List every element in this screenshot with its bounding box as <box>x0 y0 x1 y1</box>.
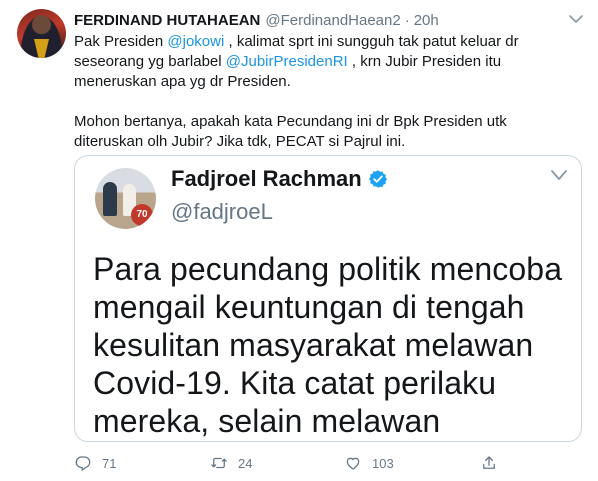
reply-count: 71 <box>102 455 117 471</box>
quoted-tweet-text: Para pecundang politik mencoba mengail k… <box>93 251 563 439</box>
tweet-text: Pak Presiden @jokowi , kalimat sprt ini … <box>74 32 574 172</box>
tweet-paragraph-1: Pak Presiden @jokowi , kalimat sprt ini … <box>74 32 574 92</box>
retweet-icon <box>211 457 227 469</box>
tweet-paragraph-2: Mohon bertanya, apakah kata Pecundang in… <box>74 113 507 150</box>
anniversary-logo: 70 <box>131 204 153 226</box>
author-name[interactable]: FERDINAND HUTAHAEAN <box>74 12 260 29</box>
quoted-author-handle[interactable]: @fadjroeL <box>171 199 273 225</box>
mention-link-jubir[interactable]: @JubirPresidenRI <box>226 53 348 70</box>
share-button[interactable] <box>480 452 508 474</box>
retweet-count: 24 <box>238 455 253 471</box>
tweet-card[interactable]: FERDINAND HUTAHAEAN @FerdinandHaean2 · 2… <box>0 0 598 481</box>
tweet-timestamp[interactable]: 20h <box>414 12 439 29</box>
author-avatar[interactable] <box>17 9 66 58</box>
tweet-header: FERDINAND HUTAHAEAN @FerdinandHaean2 · 2… <box>74 10 439 30</box>
like-icon <box>346 457 360 470</box>
tweet-actions: 71 24 103 <box>74 452 544 474</box>
mention-link-jokowi[interactable]: @jokowi <box>167 33 224 50</box>
quoted-tweet-card[interactable]: 70 Fadjroel Rachman @fadjroeL Para pecun… <box>74 155 582 442</box>
header-separator: · <box>404 11 410 29</box>
quoted-author-name[interactable]: Fadjroel Rachman <box>171 166 362 192</box>
caret-down-icon[interactable] <box>568 12 584 26</box>
quoted-tweet-header: 70 Fadjroel Rachman @fadjroeL <box>75 156 581 242</box>
like-count: 103 <box>372 455 394 471</box>
author-handle[interactable]: @FerdinandHaean2 <box>265 12 400 29</box>
retweet-button[interactable]: 24 <box>210 452 252 474</box>
like-button[interactable]: 103 <box>344 452 394 474</box>
verified-badge-icon <box>368 169 388 189</box>
reply-icon <box>75 456 91 471</box>
chevron-down-icon[interactable] <box>549 168 569 182</box>
quoted-author-avatar[interactable]: 70 <box>95 168 156 229</box>
tweet-text-segment: Pak Presiden <box>74 33 168 50</box>
reply-button[interactable]: 71 <box>74 452 116 474</box>
quoted-author-name-row: Fadjroel Rachman <box>171 166 388 192</box>
share-icon <box>483 456 495 469</box>
